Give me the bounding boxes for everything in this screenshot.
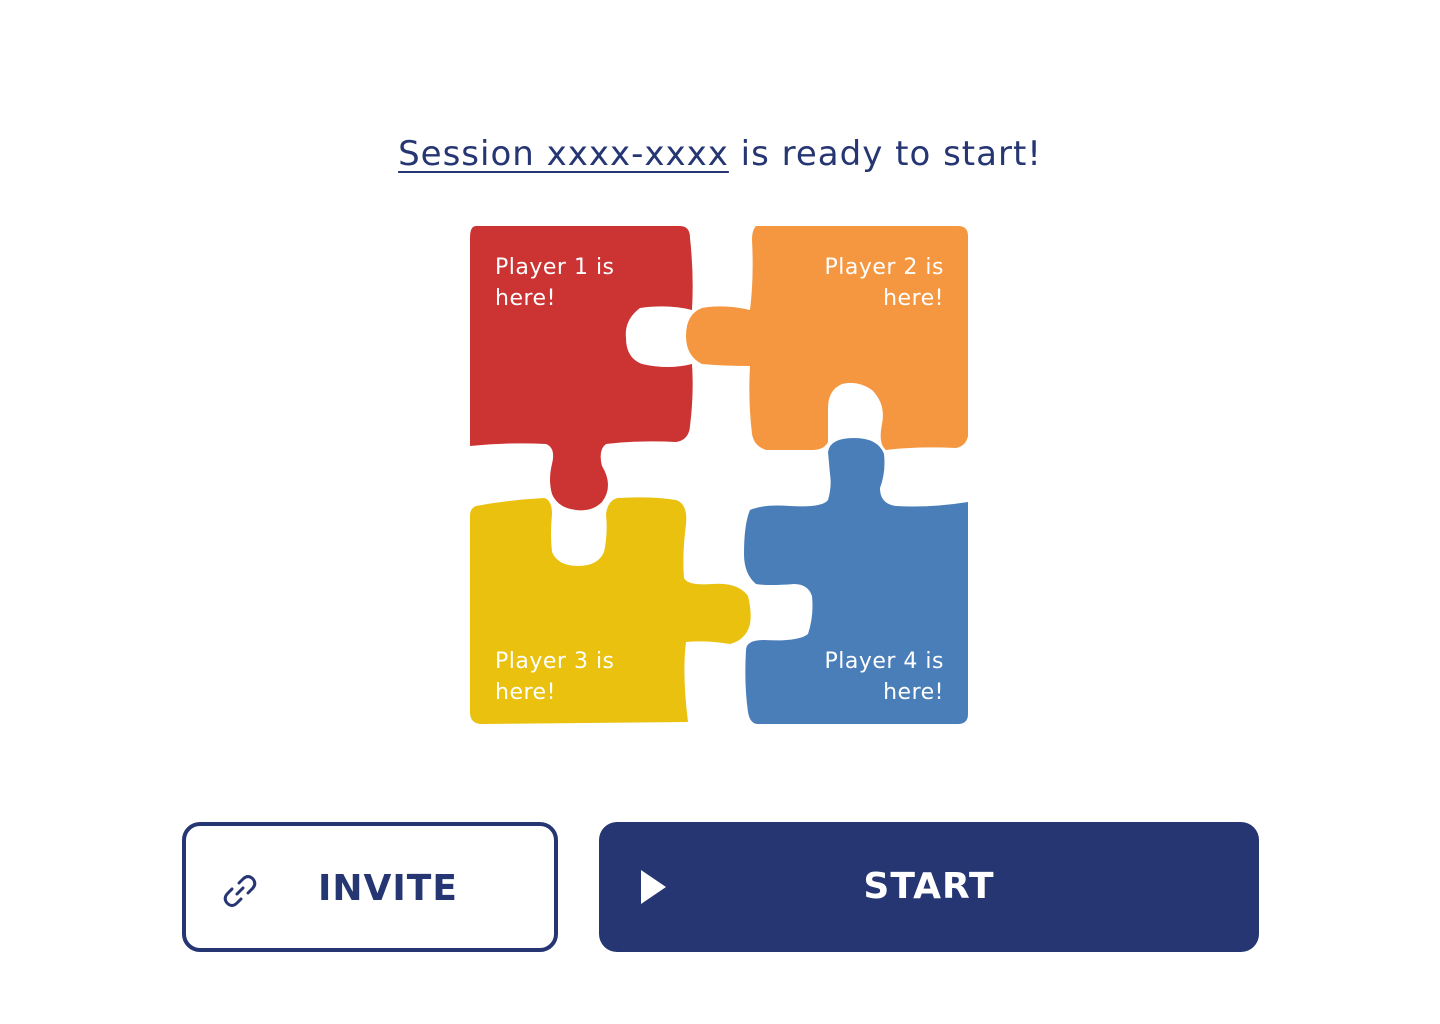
start-button[interactable]: START <box>599 822 1259 952</box>
invite-label: INVITE <box>318 868 458 909</box>
invite-button[interactable]: INVITE <box>182 822 558 952</box>
player-2-status: Player 2 is here! <box>824 255 944 311</box>
player-puzzle: Player 1 is here! Player 2 is here! Play… <box>468 224 970 726</box>
page-title: Session xxxx-xxxx is ready to start! <box>0 134 1440 174</box>
title-suffix: is ready to start! <box>728 134 1042 174</box>
player-4-status: Player 4 is here! <box>824 649 944 705</box>
link-icon <box>220 871 260 911</box>
session-link[interactable]: Session xxxx-xxxx <box>398 134 729 174</box>
start-label: START <box>863 866 995 907</box>
player-3-status: Player 3 is here! <box>495 649 615 705</box>
lobby-page: Session xxxx-xxxx is ready to start! Pla… <box>0 0 1440 1024</box>
player-1-status: Player 1 is here! <box>495 255 615 311</box>
